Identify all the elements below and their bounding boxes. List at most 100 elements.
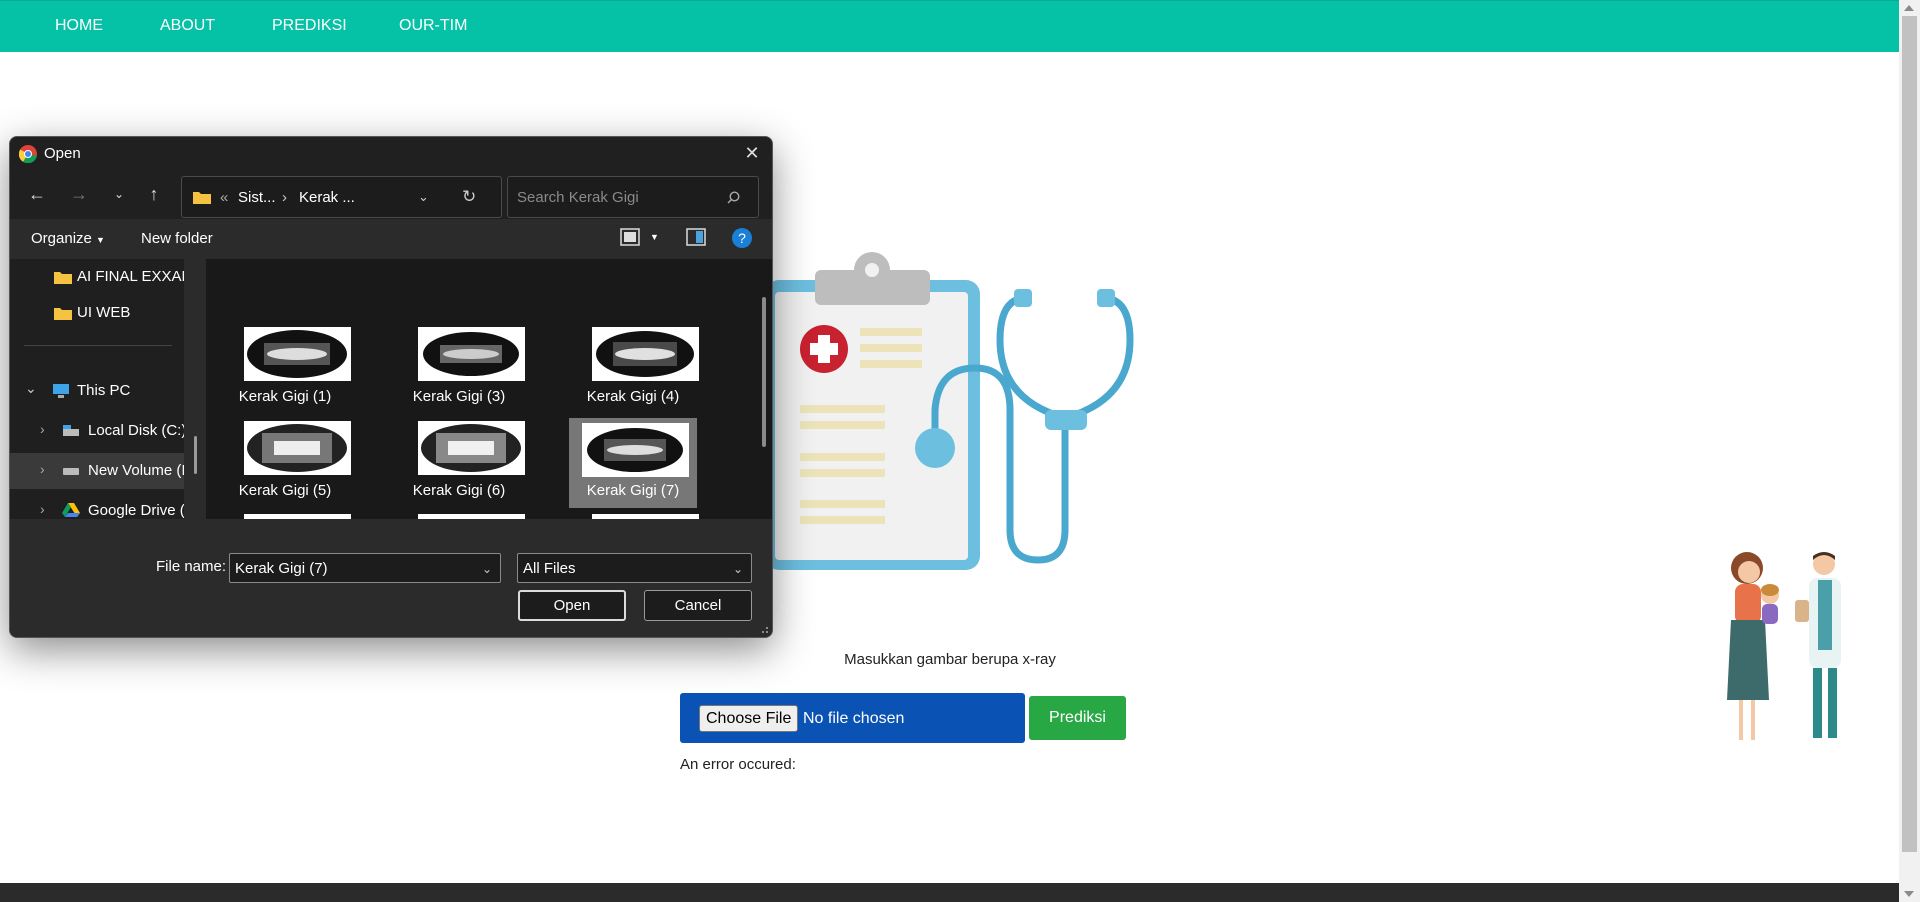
navigation-scrollbar[interactable]	[192, 262, 200, 519]
upload-instruction: Masukkan gambar berupa x-ray	[844, 651, 1056, 668]
tree-item-this-pc[interactable]: ⌄ This PC	[10, 373, 184, 409]
dialog-navbar: ← → ⌄ ↑ « Sist... › Kerak ... ⌄ ↻ Search…	[10, 169, 772, 219]
file-input[interactable]: Choose File No file chosen	[680, 693, 1025, 743]
file-item[interactable]: Kerak Gigi (4)	[569, 324, 699, 414]
file-label: Kerak Gigi (3)	[412, 388, 506, 405]
computer-icon	[53, 384, 69, 398]
chrome-icon	[19, 145, 37, 163]
chevron-right-icon[interactable]: ›	[40, 421, 45, 437]
folder-icon	[54, 272, 72, 284]
xray-thumbnail-icon	[244, 327, 351, 381]
file-open-dialog: Open ✕ ← → ⌄ ↑ « Sist... › Kerak ... ⌄ ↻…	[9, 136, 773, 638]
organize-label: Organize	[31, 230, 92, 247]
organize-menu[interactable]: Organize ▼	[31, 230, 105, 247]
address-bar[interactable]: « Sist... › Kerak ... ⌄ ↻	[181, 176, 502, 218]
file-item[interactable]: Kerak Gigi (5)	[221, 418, 351, 508]
xray-thumbnail-icon	[418, 327, 525, 381]
close-icon[interactable]: ✕	[742, 143, 762, 163]
page-scrollbar-thumb[interactable]	[1902, 16, 1917, 852]
file-type-value: All Files	[523, 560, 576, 577]
choose-file-button[interactable]: Choose File	[699, 705, 799, 732]
search-box[interactable]: Search Kerak Gigi	[507, 176, 759, 218]
address-overflow[interactable]: «	[220, 189, 228, 206]
view-mode-icon[interactable]	[620, 228, 640, 250]
file-item[interactable]: Kerak Gigi (3)	[395, 324, 525, 414]
file-type-dropdown-icon[interactable]: ⌄	[733, 562, 743, 576]
file-name-value[interactable]: Kerak Gigi (7)	[235, 560, 328, 577]
search-input[interactable]: Search Kerak Gigi	[517, 189, 639, 206]
file-item[interactable]: Kerak Gigi (1)	[221, 324, 351, 414]
svg-text:?: ?	[738, 230, 746, 246]
file-label: Kerak Gigi (4)	[586, 388, 680, 405]
file-item[interactable]: Kerak Gigi (6)	[395, 418, 525, 508]
file-label: Kerak Gigi (5)	[238, 482, 332, 499]
resize-grip-icon[interactable]	[759, 624, 769, 634]
file-type-select[interactable]: All Files ⌄	[517, 553, 752, 583]
refresh-icon[interactable]: ↻	[462, 187, 476, 207]
tree-item-ui-web[interactable]: UI WEB	[10, 295, 184, 331]
search-icon	[727, 191, 740, 204]
predict-button[interactable]: Prediksi	[1029, 696, 1126, 740]
breadcrumb-separator-icon: ›	[282, 189, 287, 206]
partial-thumbnail	[592, 514, 699, 519]
forward-arrow-icon[interactable]: →	[68, 183, 90, 205]
nav-home[interactable]: HOME	[55, 1, 103, 52]
tree-item-ai-final[interactable]: AI FINAL EXXAM	[10, 259, 184, 295]
clipboard-stethoscope-illustration	[765, 252, 1134, 570]
file-name-dropdown-icon[interactable]: ⌄	[482, 562, 492, 576]
file-name-input[interactable]: Kerak Gigi (7) ⌄	[229, 553, 501, 583]
navigation-scrollbar-thumb[interactable]	[194, 436, 197, 474]
help-icon[interactable]: ?	[731, 227, 753, 253]
folder-icon	[193, 192, 211, 204]
cancel-button[interactable]: Cancel	[644, 590, 752, 621]
up-arrow-icon[interactable]: ↑	[143, 183, 165, 205]
file-list: Kerak Gigi (1) Kerak Gigi (3) Kerak Gigi…	[206, 259, 772, 519]
chevron-right-icon[interactable]: ›	[40, 501, 45, 517]
file-item-selected[interactable]: Kerak Gigi (7)	[569, 418, 697, 508]
dialog-titlebar: Open ✕	[10, 137, 772, 169]
chevron-down-icon[interactable]: ⌄	[25, 380, 37, 397]
navigation-pane: AI FINAL EXXAM UI WEB ⌄ This PC › Local …	[10, 259, 184, 519]
back-arrow-icon[interactable]: ←	[26, 183, 48, 205]
xray-thumbnail-icon	[582, 423, 689, 477]
dialog-footer: File name: Kerak Gigi (7) ⌄ All Files ⌄ …	[10, 537, 772, 637]
footer	[0, 883, 1899, 902]
tree-label: Local Disk (C:)	[88, 422, 184, 439]
file-label: Kerak Gigi (7)	[586, 482, 680, 499]
file-list-scrollbar[interactable]	[762, 297, 766, 447]
top-navbar: HOME ABOUT PREDIKSI OUR-TIM	[0, 0, 1899, 52]
recent-locations-chevron-icon[interactable]: ⌄	[108, 183, 130, 205]
preview-pane-icon[interactable]	[686, 228, 706, 250]
tree-label: New Volume (I	[88, 462, 184, 479]
tree-label: This PC	[77, 382, 131, 399]
tree-label: AI FINAL EXXAM	[77, 268, 184, 285]
open-button[interactable]: Open	[518, 590, 626, 621]
xray-thumbnail-icon	[244, 421, 351, 475]
tree-item-new-volume[interactable]: › New Volume (I	[10, 453, 184, 489]
page-scrollbar[interactable]	[1899, 0, 1920, 902]
file-status: No file chosen	[803, 710, 905, 727]
new-folder-button[interactable]: New folder	[141, 230, 213, 247]
breadcrumb-sistem[interactable]: Sist...	[238, 189, 276, 206]
tree-item-local-disk[interactable]: › Local Disk (C:)	[10, 413, 184, 449]
nav-about[interactable]: ABOUT	[160, 1, 215, 52]
scroll-up-arrow-icon[interactable]	[1904, 5, 1914, 11]
address-dropdown-chevron-icon[interactable]: ⌄	[418, 189, 429, 205]
view-dropdown-icon[interactable]: ▼	[650, 232, 659, 242]
doctor-family-illustration	[1727, 552, 1841, 740]
xray-thumbnail-icon	[592, 327, 699, 381]
breadcrumb-kerak[interactable]: Kerak ...	[299, 189, 355, 206]
chevron-right-icon[interactable]: ›	[40, 461, 45, 477]
google-drive-icon	[62, 503, 80, 517]
drive-icon	[63, 468, 79, 475]
dialog-toolbar: Organize ▼ New folder ▼ ?	[10, 219, 772, 259]
file-label: Kerak Gigi (1)	[238, 388, 332, 405]
scroll-down-arrow-icon[interactable]	[1904, 891, 1914, 897]
partial-thumbnail	[244, 514, 351, 519]
nav-prediksi[interactable]: PREDIKSI	[272, 1, 347, 52]
nav-our-tim[interactable]: OUR-TIM	[399, 1, 467, 52]
tree-label: Google Drive (	[88, 502, 184, 519]
file-label: Kerak Gigi (6)	[412, 482, 506, 499]
tree-item-google-drive[interactable]: › Google Drive (	[10, 493, 184, 529]
xray-thumbnail-icon	[418, 421, 525, 475]
